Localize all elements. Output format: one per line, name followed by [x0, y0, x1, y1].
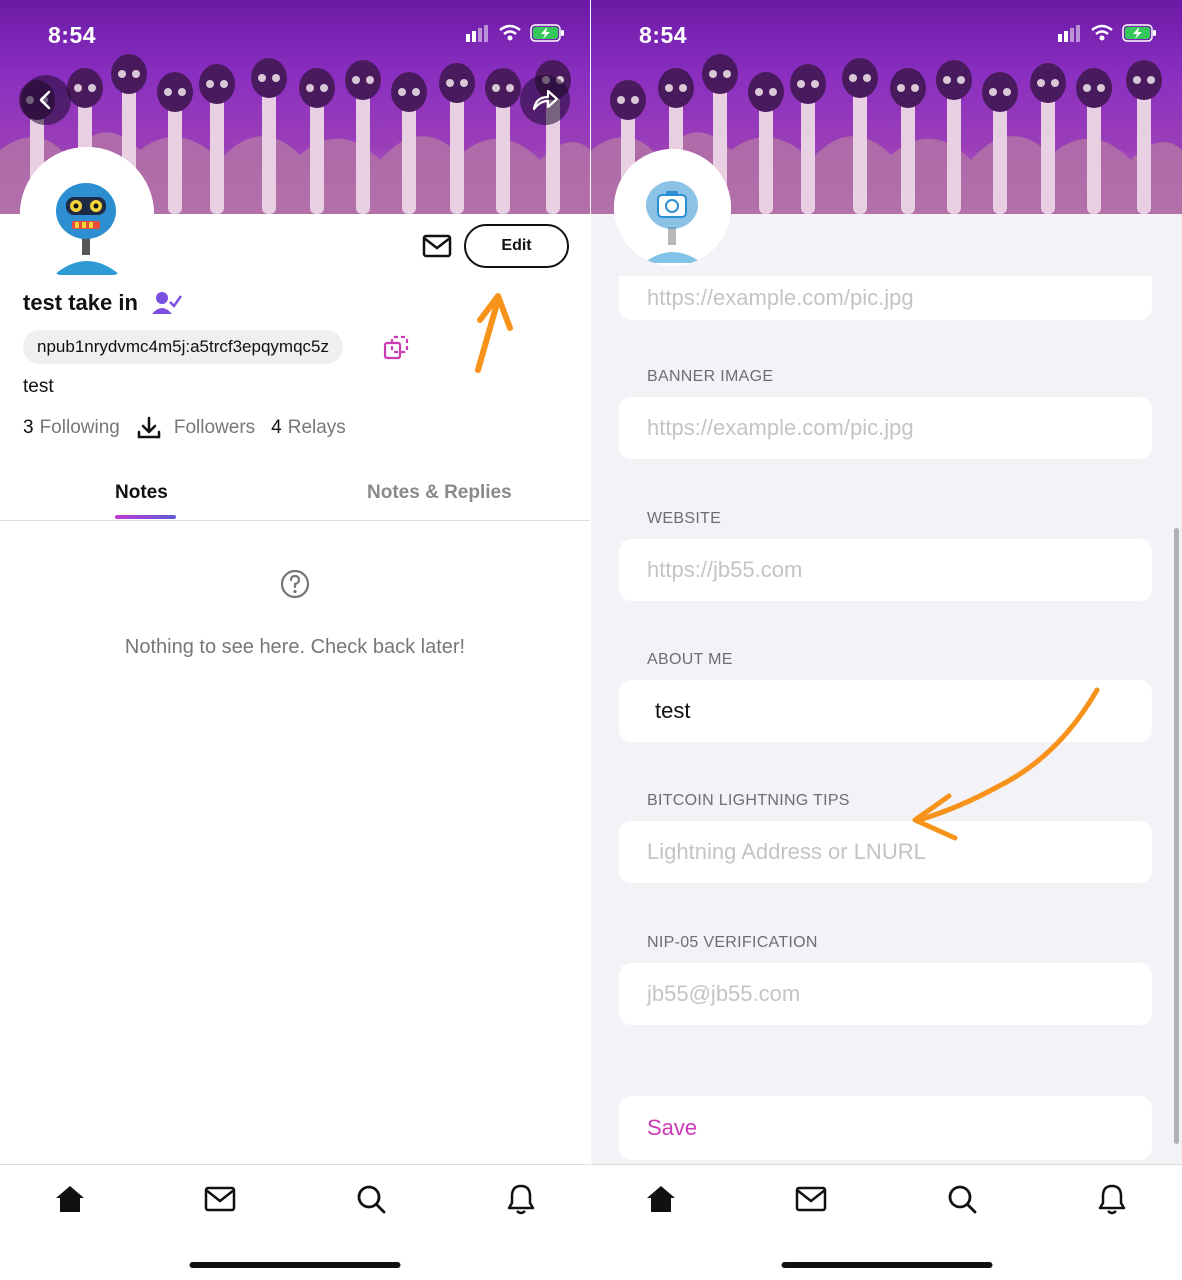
tab-home[interactable] — [641, 1181, 681, 1217]
home-icon — [56, 1186, 84, 1212]
home-icon — [647, 1186, 675, 1212]
save-button[interactable]: Save — [619, 1096, 1152, 1160]
tab-search[interactable] — [351, 1181, 391, 1217]
back-button[interactable] — [21, 75, 71, 125]
copy-icon — [383, 335, 409, 360]
bottom-tab-bar — [0, 1164, 590, 1280]
followers-label[interactable]: Followers — [174, 417, 255, 439]
tab-messages[interactable] — [791, 1181, 831, 1217]
about-me-value: test — [655, 698, 691, 723]
share-arrow-icon — [532, 89, 559, 111]
wifi-icon — [499, 24, 521, 41]
active-tab-indicator — [115, 515, 176, 519]
relays-label[interactable]: Relays — [288, 417, 346, 439]
tab-messages[interactable] — [200, 1181, 240, 1217]
nip05-field[interactable]: jb55@jb55.com — [619, 963, 1152, 1025]
lightning-address-field[interactable]: Lightning Address or LNURL — [619, 821, 1152, 883]
status-time: 8:54 — [48, 22, 97, 48]
verified-user-badge — [152, 290, 183, 321]
profile-screen: 8:54 Edit test take in npub1nrydvmc4m5j:… — [0, 0, 590, 1280]
following-count[interactable]: 3 — [23, 417, 34, 439]
profile-picture-field[interactable]: https://example.com/pic.jpg — [619, 276, 1152, 320]
status-bar: 8:54 — [0, 0, 590, 70]
edit-profile-button[interactable]: Edit — [464, 224, 569, 268]
tab-notifications[interactable] — [1092, 1181, 1132, 1217]
cellular-signal-icon — [466, 25, 488, 42]
nip05-placeholder: jb55@jb55.com — [647, 981, 801, 1006]
battery-charging-icon — [1122, 24, 1156, 42]
empty-state-message: Nothing to see here. Check back later! — [124, 636, 466, 658]
tab-notes-and-replies[interactable]: Notes & Replies — [367, 482, 512, 504]
profile-display-name: test take in — [23, 290, 138, 315]
search-icon — [948, 1185, 977, 1214]
profile-avatar[interactable] — [20, 147, 154, 281]
home-indicator — [781, 1262, 992, 1268]
following-label[interactable]: Following — [40, 417, 120, 439]
search-icon — [357, 1185, 386, 1214]
question-circle-icon — [280, 569, 310, 599]
website-placeholder: https://jb55.com — [647, 557, 803, 582]
bell-icon — [1098, 1184, 1126, 1215]
tab-home[interactable] — [50, 1181, 90, 1217]
edit-profile-form: https://example.com/pic.jpg BANNER IMAGE… — [591, 214, 1182, 1164]
empty-state-icon — [280, 569, 310, 604]
website-field[interactable]: https://jb55.com — [619, 539, 1152, 601]
about-me-label: ABOUT ME — [647, 651, 733, 668]
copy-npub-button[interactable] — [382, 334, 410, 367]
message-button[interactable] — [420, 232, 454, 260]
share-button[interactable] — [520, 75, 570, 125]
wifi-icon — [1091, 24, 1113, 41]
mail-icon — [795, 1186, 827, 1212]
tab-notes[interactable]: Notes — [115, 482, 168, 504]
profile-tabs: Notes Notes & Replies — [0, 470, 590, 521]
user-check-icon — [152, 292, 183, 314]
robot-avatar-image — [20, 147, 154, 281]
scroll-indicator[interactable] — [1174, 528, 1179, 1144]
profile-about-text: test — [23, 376, 54, 397]
download-icon[interactable] — [136, 416, 162, 440]
banner-image-field[interactable]: https://example.com/pic.jpg — [619, 397, 1152, 459]
robot-avatar-with-camera — [614, 149, 731, 266]
edit-avatar-picker[interactable] — [614, 149, 731, 266]
chevron-left-icon — [39, 90, 51, 110]
lightning-tips-label: BITCOIN LIGHTNING TIPS — [647, 792, 850, 809]
battery-charging-icon — [530, 24, 564, 42]
banner-image-label: BANNER IMAGE — [647, 368, 774, 385]
lightning-address-placeholder: Lightning Address or LNURL — [647, 839, 926, 864]
edit-profile-screen: 8:54 https://example.com/pic.jpg BANNER … — [591, 0, 1182, 1280]
cellular-signal-icon — [1058, 25, 1080, 42]
banner-image-placeholder: https://example.com/pic.jpg — [647, 415, 914, 440]
bottom-tab-bar — [591, 1164, 1182, 1280]
website-label: WEBSITE — [647, 510, 722, 527]
profile-stats: 3 Following Followers 4 Relays — [23, 416, 346, 440]
mail-icon — [204, 1186, 236, 1212]
home-indicator — [189, 1262, 401, 1268]
nip05-label: NIP-05 VERIFICATION — [647, 934, 818, 951]
status-time: 8:54 — [639, 22, 688, 48]
npub-pill[interactable]: npub1nrydvmc4m5j:a5trcf3epqymqc5z — [23, 330, 343, 364]
tab-notifications[interactable] — [501, 1181, 541, 1217]
save-label: Save — [647, 1115, 698, 1140]
relays-count[interactable]: 4 — [271, 417, 282, 439]
bell-icon — [507, 1184, 535, 1215]
status-bar: 8:54 — [591, 0, 1182, 70]
about-me-field[interactable]: test — [619, 680, 1152, 742]
tab-search[interactable] — [942, 1181, 982, 1217]
annotation-arrow-up — [475, 293, 513, 373]
profile-picture-placeholder: https://example.com/pic.jpg — [647, 285, 914, 310]
mail-icon — [422, 234, 452, 258]
